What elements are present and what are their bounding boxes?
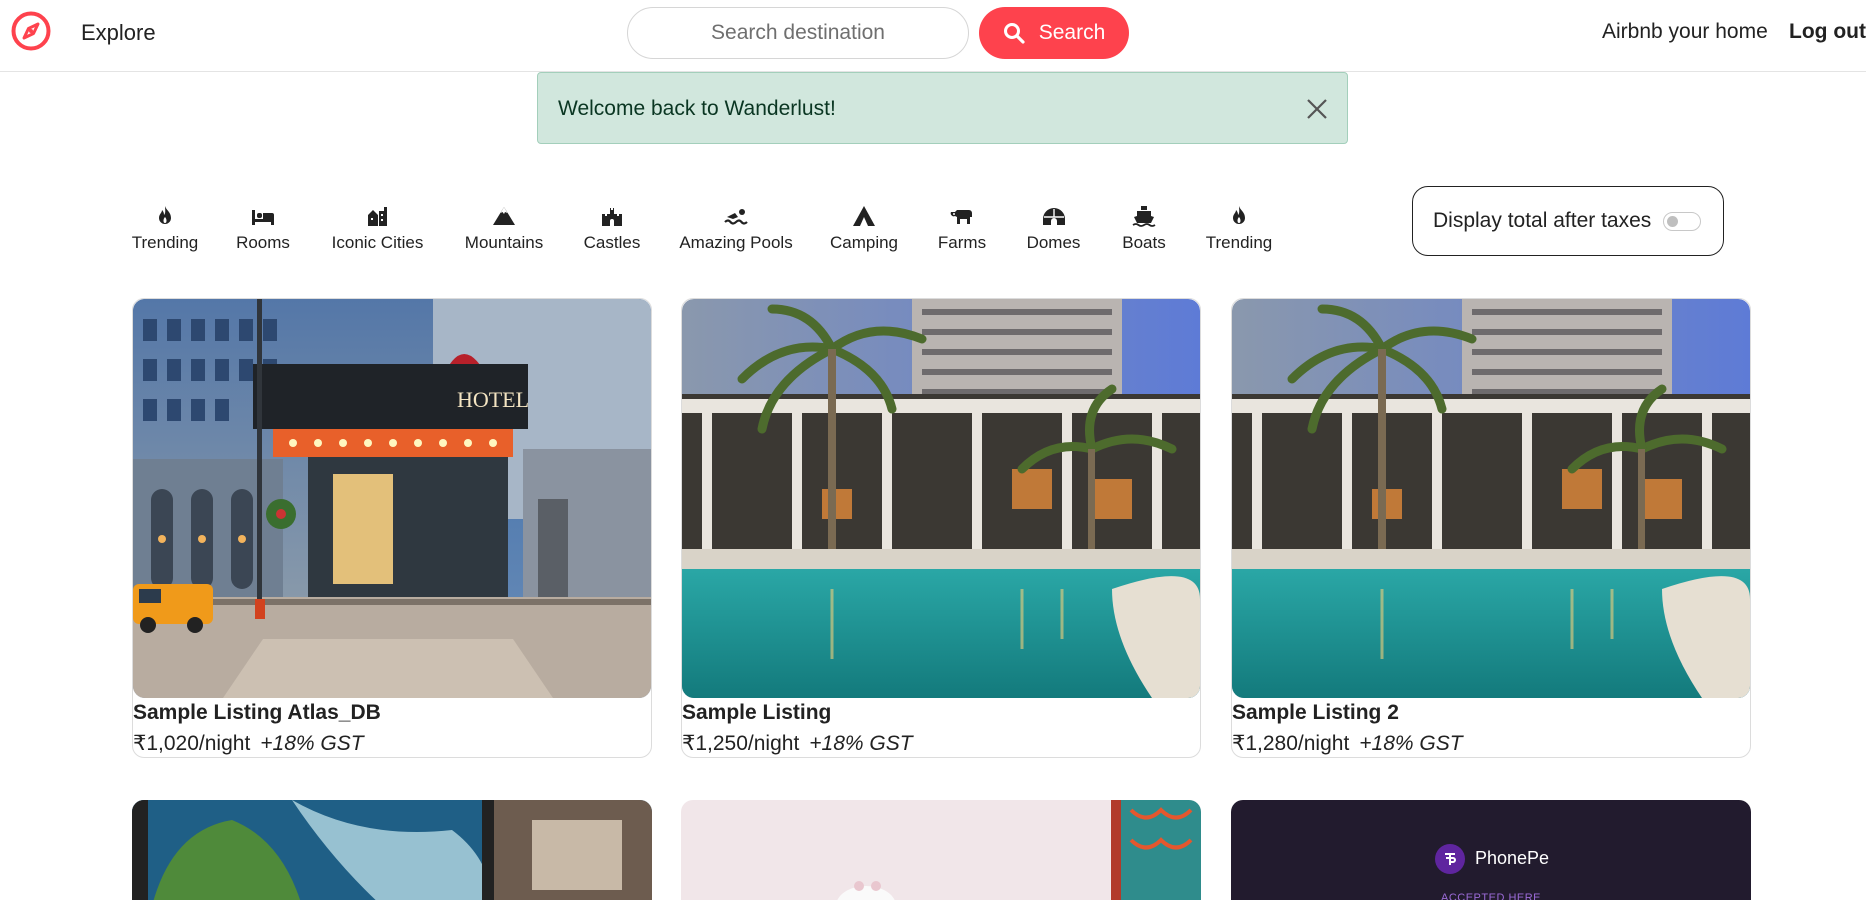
resort-pool-photo (1232, 299, 1750, 698)
listing-card[interactable]: HOTEL Sample Listing Atlas_DB ₹1,020/nig… (132, 298, 652, 758)
filter-label: Rooms (236, 233, 290, 252)
fire-icon (159, 206, 171, 224)
listing-title: Sample Listing Atlas_DB (133, 701, 381, 724)
filter-label: Camping (829, 233, 899, 252)
logout-link[interactable]: Log out (1789, 20, 1866, 44)
filter-farms[interactable]: Farms (937, 205, 987, 253)
pink-room-photo (681, 800, 1201, 900)
city-icon (367, 207, 387, 226)
filter-label: Domes (1026, 233, 1081, 252)
listing-price: ₹1,020/night (133, 732, 251, 755)
mountain-icon (493, 207, 515, 225)
tent-icon (853, 206, 875, 226)
castle-icon (602, 208, 622, 226)
filter-mountains[interactable]: Mountains (464, 205, 544, 253)
listing-image-pool[interactable] (1232, 299, 1750, 698)
filter-iconic-cities[interactable]: Iconic Cities (330, 205, 425, 253)
listing-tax: +18% GST (260, 732, 364, 755)
listing-price: ₹1,280/night (1232, 732, 1350, 755)
flash-alert: Welcome back to Wanderlust! (537, 72, 1348, 144)
filter-label: Iconic Cities (331, 233, 424, 252)
listing-card[interactable] (132, 800, 652, 900)
filter-label: Trending (131, 233, 199, 252)
filter-domes[interactable]: Domes (1026, 205, 1081, 253)
listing-card[interactable] (681, 800, 1201, 900)
switch-knob (1667, 215, 1679, 227)
filter-label: Farms (937, 233, 987, 252)
listing-tax: +18% GST (809, 732, 913, 755)
listing-image-hotel[interactable]: HOTEL (133, 299, 651, 698)
filter-label: Castles (583, 233, 641, 252)
listing-price-row: ₹1,250/night +18% GST (682, 731, 913, 756)
tax-toggle-label: Display total after taxes (1433, 209, 1652, 232)
filter-rooms[interactable]: Rooms (236, 205, 290, 253)
hotel-photo: HOTEL (133, 299, 651, 698)
bed-icon (252, 210, 274, 225)
listing-card[interactable]: Sample Listing ₹1,250/night +18% GST (681, 298, 1201, 758)
tax-toggle[interactable]: Display total after taxes (1412, 186, 1724, 256)
resort-pool-photo (682, 299, 1200, 698)
phonepe-brand: PhonePe (1475, 848, 1550, 868)
listing-card[interactable]: Sample Listing 2 ₹1,280/night +18% GST (1231, 298, 1751, 758)
filter-amazing-pools[interactable]: Amazing Pools (679, 205, 793, 253)
cow-icon (950, 210, 972, 224)
listing-title: Sample Listing (682, 701, 832, 724)
swimmer-icon (724, 209, 748, 225)
navbar: Explore Search Airbnb your home Log out (0, 0, 1866, 72)
nav-explore-link[interactable]: Explore (81, 20, 156, 46)
filter-boats[interactable]: Boats (1121, 205, 1167, 253)
listing-title: Sample Listing 2 (1232, 701, 1399, 724)
listing-price-row: ₹1,020/night +18% GST (133, 731, 364, 756)
search-icon (1003, 23, 1025, 44)
filter-castles[interactable]: Castles (583, 205, 641, 253)
flash-message: Welcome back to Wanderlust! (558, 97, 836, 120)
filter-label: Boats (1122, 233, 1166, 252)
listing-price-row: ₹1,280/night +18% GST (1232, 731, 1463, 756)
search-button-label: Search (1038, 21, 1106, 44)
filter-label: Trending (1205, 233, 1273, 252)
listing-price: ₹1,250/night (682, 732, 800, 755)
fire-icon (1233, 206, 1245, 224)
filter-label: Mountains (464, 233, 544, 252)
coastal-cliff-photo (132, 800, 652, 900)
listing-card[interactable]: PhonePe ACCEPTED HERE (1231, 800, 1751, 900)
filter-label: Amazing Pools (679, 233, 793, 252)
tax-switch[interactable] (1663, 211, 1702, 231)
svg-text:HOTEL: HOTEL (457, 387, 529, 412)
close-icon[interactable] (1305, 97, 1329, 121)
phonepe-logo-icon (1435, 844, 1465, 874)
listing-image-pool[interactable] (682, 299, 1200, 698)
compass-logo-icon[interactable] (10, 10, 52, 52)
filter-trending-2[interactable]: Trending (1205, 205, 1273, 253)
listing-tax: +18% GST (1359, 732, 1463, 755)
igloo-icon (1042, 208, 1065, 225)
airbnb-your-home-link[interactable]: Airbnb your home (1602, 20, 1768, 44)
search-button[interactable]: Search (979, 7, 1129, 59)
filter-camping[interactable]: Camping (829, 205, 899, 253)
phonepe-caption: ACCEPTED HERE (1440, 892, 1542, 900)
ship-icon (1132, 206, 1156, 227)
search-input[interactable] (627, 7, 969, 59)
filter-trending[interactable]: Trending (131, 205, 199, 253)
